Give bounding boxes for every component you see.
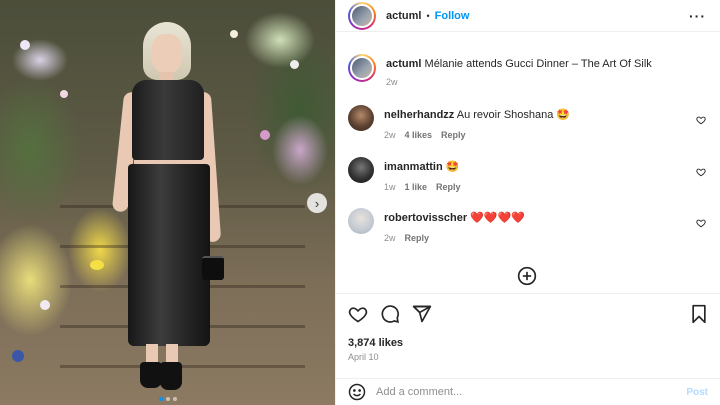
comment-username[interactable]: robertovisscher <box>384 212 467 224</box>
heart-icon[interactable] <box>696 167 706 177</box>
instagram-post-modal: › actuml • Follow ··· actuml Mélanie att… <box>0 0 720 405</box>
comment-composer: Post <box>336 378 720 405</box>
carousel-dots <box>0 397 335 401</box>
heart-icon[interactable] <box>696 115 706 125</box>
comment-icon[interactable] <box>380 304 400 324</box>
separator-dot: • <box>426 10 430 21</box>
comment-text: 🤩 <box>445 161 460 173</box>
comment-item: robertovisscher ❤️❤️❤️❤️ 2w Reply <box>348 208 708 243</box>
send-icon[interactable] <box>412 304 432 324</box>
action-bar <box>336 293 720 333</box>
comment-item: imanmattin 🤩 1w 1 like Reply <box>348 157 708 192</box>
black-dress-skirt <box>128 164 210 346</box>
avatar[interactable] <box>348 1 376 30</box>
caption-age: 2w <box>386 77 398 87</box>
caption-username[interactable]: actuml <box>386 58 421 70</box>
comment-text: Au revoir Shoshana 🤩 <box>456 109 571 121</box>
handbag <box>202 256 224 280</box>
avatar[interactable] <box>348 157 374 183</box>
post-photo: › <box>0 0 335 405</box>
avatar[interactable] <box>348 105 374 131</box>
avatar[interactable] <box>348 54 376 82</box>
comment-item: nelherhandzz Au revoir Shoshana 🤩 2w 4 l… <box>348 105 708 140</box>
carousel-dot <box>165 397 170 401</box>
caption-text: Mélanie attends Gucci Dinner – The Art O… <box>424 58 652 70</box>
post-sidebar: actuml • Follow ··· actuml Mélanie atten… <box>335 0 720 405</box>
carousel-dot <box>158 397 163 401</box>
comment-username[interactable]: nelherhandzz <box>384 109 454 121</box>
subject-face <box>152 34 182 74</box>
comment-age: 2w <box>384 130 396 140</box>
comment-text: ❤️❤️❤️❤️ <box>470 212 526 224</box>
post-date: April 10 <box>348 352 379 362</box>
heart-icon[interactable] <box>696 218 706 228</box>
reply-button[interactable]: Reply <box>436 182 461 192</box>
carousel-dot <box>172 397 177 401</box>
black-dress-top <box>132 80 204 160</box>
chevron-right-icon[interactable]: › <box>307 193 327 213</box>
comment-likes[interactable]: 1 like <box>405 182 428 192</box>
more-horizontal-icon[interactable]: ··· <box>689 8 706 24</box>
comment-input[interactable] <box>376 386 687 398</box>
comment-likes[interactable]: 4 likes <box>405 130 433 140</box>
smiley-icon[interactable] <box>348 383 366 401</box>
comment-age: 2w <box>384 233 396 243</box>
plus-circle-icon[interactable] <box>517 266 537 286</box>
avatar[interactable] <box>348 208 374 234</box>
bookmark-icon[interactable] <box>690 304 708 324</box>
heart-icon[interactable] <box>348 304 368 324</box>
reply-button[interactable]: Reply <box>405 233 430 243</box>
post-header: actuml • Follow ··· <box>336 0 720 32</box>
post-comment-button[interactable]: Post <box>686 387 708 398</box>
follow-button[interactable]: Follow <box>435 10 470 22</box>
likes-count[interactable]: 3,874 likes <box>348 337 403 349</box>
caption: actuml Mélanie attends Gucci Dinner – Th… <box>348 54 708 87</box>
comment-username[interactable]: imanmattin <box>384 161 443 173</box>
reply-button[interactable]: Reply <box>441 130 466 140</box>
username-link[interactable]: actuml <box>386 10 421 22</box>
comment-age: 1w <box>384 182 396 192</box>
